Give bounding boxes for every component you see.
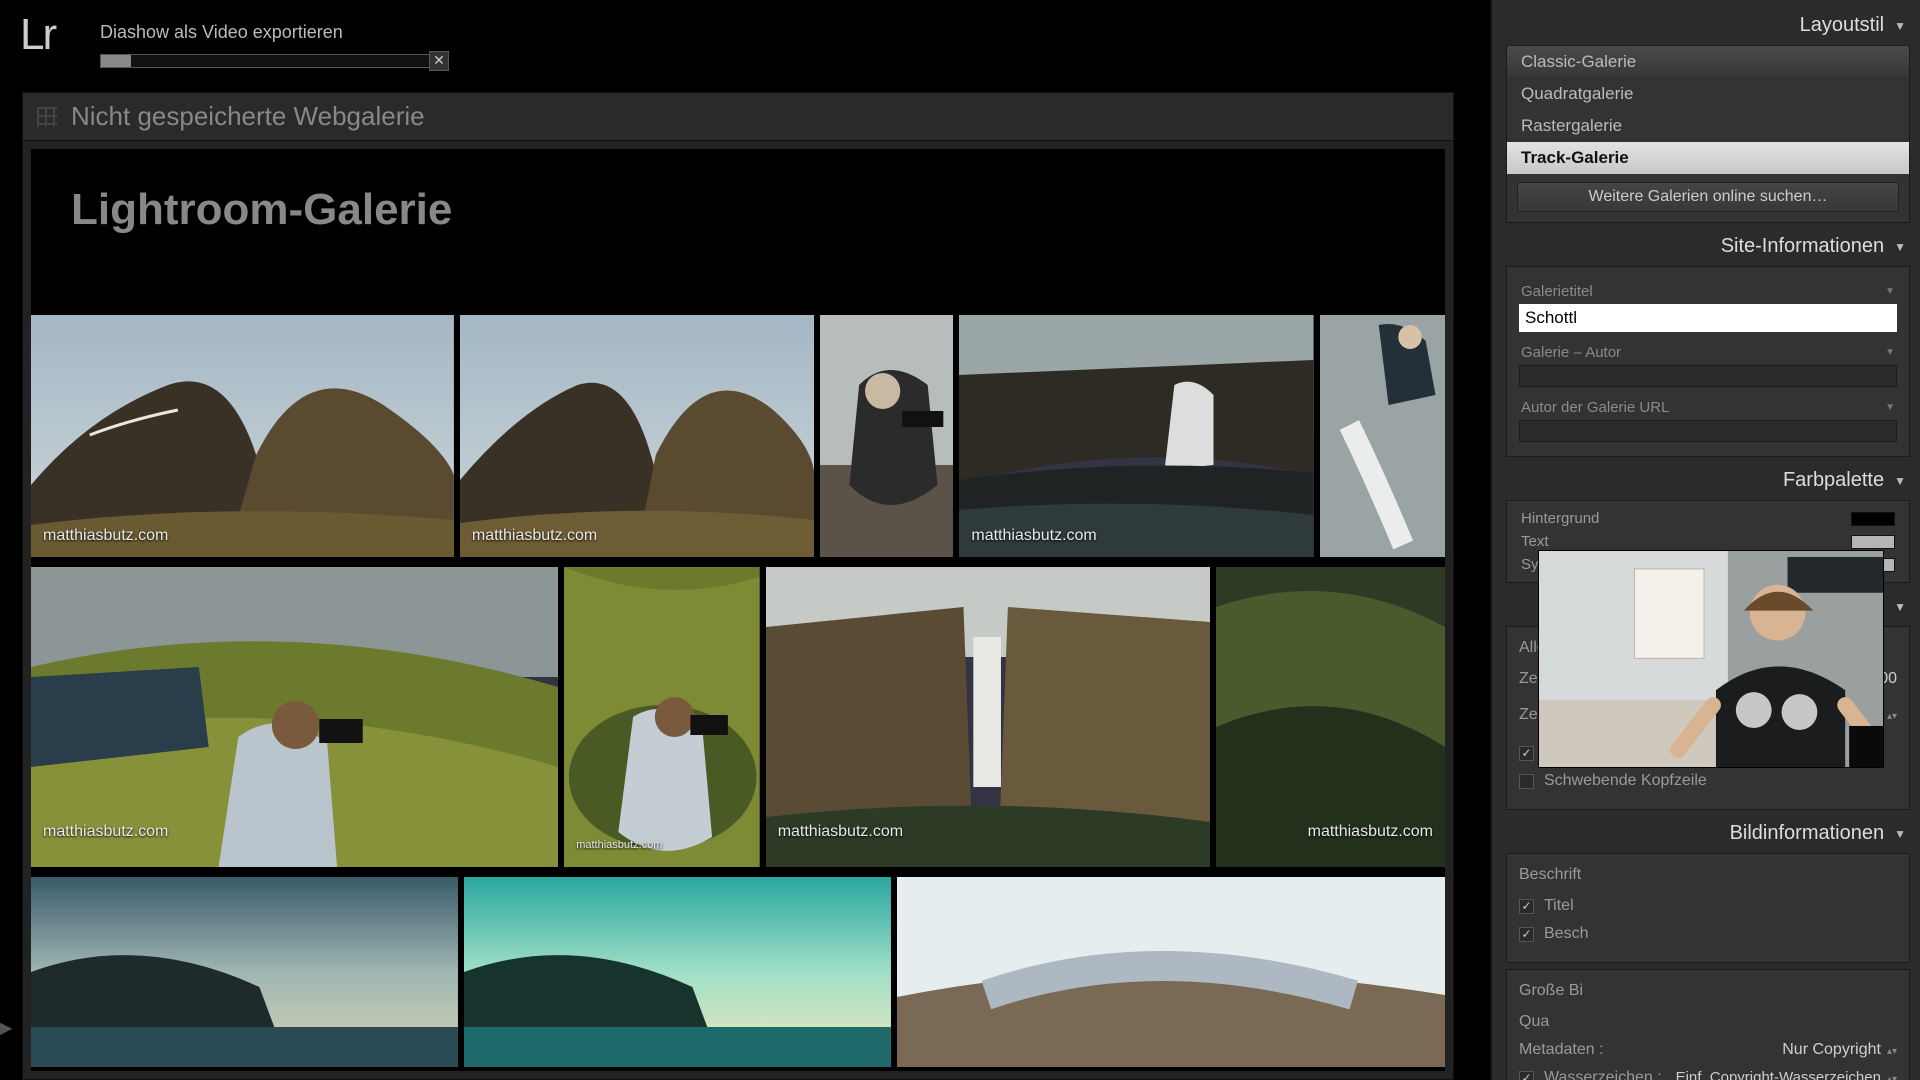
thumbnail[interactable] xyxy=(897,877,1445,1067)
metadata-value[interactable]: Nur Copyright xyxy=(1782,1041,1881,1058)
section-image-info[interactable]: Bildinformationen ▼ xyxy=(1506,814,1910,853)
watermark: matthiasbutz.com xyxy=(1308,823,1433,841)
layout-style-list: Classic-Galerie Quadratgalerie Rastergal… xyxy=(1506,45,1910,223)
section-title: Farbpalette xyxy=(1783,469,1884,492)
thumbnail[interactable] xyxy=(820,315,953,557)
thumbnail[interactable]: matthiasbutz.com xyxy=(460,315,814,557)
palette-label: Text xyxy=(1521,533,1549,550)
watermark: matthiasbutz.com xyxy=(472,527,597,545)
watermark: matthiasbutz.com xyxy=(43,823,168,841)
chevron-down-icon: ▼ xyxy=(1894,827,1906,841)
thumbnail[interactable]: matthiasbutz.com xyxy=(959,315,1313,557)
metadata-label: Metadaten : xyxy=(1519,1041,1604,1059)
thumbnail[interactable] xyxy=(31,877,458,1067)
show-header-checkbox[interactable] xyxy=(1519,746,1534,761)
floating-header-label: Schwebende Kopfzeile xyxy=(1544,772,1707,790)
webcam-overlay xyxy=(1538,550,1884,768)
watermark: matthiasbutz.com xyxy=(971,527,1096,545)
grid-icon xyxy=(37,107,57,127)
section-title: Site-Informationen xyxy=(1721,235,1884,258)
desc-label: Besch xyxy=(1544,925,1588,943)
gallery-author-url-label: Autor der Galerie URL▼ xyxy=(1521,399,1895,416)
gallery-author-label: Galerie – Autor▼ xyxy=(1521,344,1895,361)
color-swatch[interactable] xyxy=(1851,512,1895,526)
gallery-author-url-input[interactable] xyxy=(1519,420,1897,442)
thumbnail[interactable]: matthiasbutz.com xyxy=(564,567,759,867)
thumbnail[interactable]: matthiasbutz.com xyxy=(31,567,558,867)
stepper-icon[interactable]: ▴▾ xyxy=(1887,711,1897,722)
thumbnail[interactable]: matthiasbutz.com xyxy=(766,567,1210,867)
color-swatch[interactable] xyxy=(1851,535,1895,549)
export-progress-bar xyxy=(100,54,430,68)
caption-label: Beschrift xyxy=(1519,866,1897,884)
chevron-down-icon: ▼ xyxy=(1894,19,1906,33)
watermark-label: Wasserzeichen : xyxy=(1544,1069,1662,1080)
right-panel: Layoutstil ▼ Classic-Galerie Quadratgale… xyxy=(1490,0,1920,1080)
floating-header-checkbox[interactable] xyxy=(1519,774,1534,789)
web-gallery-preview: Nicht gespeicherte Webgalerie Lightroom-… xyxy=(22,92,1454,1080)
layout-option[interactable]: Quadratgalerie xyxy=(1507,78,1909,110)
resize-handle-icon[interactable]: ▶ xyxy=(0,1018,12,1038)
title-label: Titel xyxy=(1544,897,1574,915)
section-title: Layoutstil xyxy=(1800,14,1885,37)
thumbnail[interactable]: matthiasbutz.com xyxy=(31,315,454,557)
find-more-galleries-button[interactable]: Weitere Galerien online suchen… xyxy=(1517,182,1899,212)
preview-title: Nicht gespeicherte Webgalerie xyxy=(71,101,425,132)
section-color-palette[interactable]: Farbpalette ▼ xyxy=(1506,461,1910,500)
large-images-label: Große Bi xyxy=(1519,982,1897,1000)
gallery-title-input[interactable] xyxy=(1519,304,1897,332)
stepper-icon[interactable]: ▴▾ xyxy=(1887,1074,1897,1080)
section-site-info[interactable]: Site-Informationen ▼ xyxy=(1506,227,1910,266)
gallery-author-input[interactable] xyxy=(1519,365,1897,387)
gallery-title-label: Galerietitel▼ xyxy=(1521,283,1895,300)
export-task-label: Diashow als Video exportieren xyxy=(100,22,343,43)
title-checkbox[interactable] xyxy=(1519,899,1534,914)
palette-label: Hintergrund xyxy=(1521,510,1599,527)
chevron-down-icon: ▼ xyxy=(1894,474,1906,488)
chevron-down-icon[interactable]: ▼ xyxy=(1885,286,1895,297)
watermark: matthiasbutz.com xyxy=(43,527,168,545)
watermark: matthiasbutz.com xyxy=(576,839,662,851)
stepper-icon[interactable]: ▴▾ xyxy=(1887,1046,1897,1057)
section-layout-style[interactable]: Layoutstil ▼ xyxy=(1506,6,1910,45)
layout-option-selected[interactable]: Track-Galerie xyxy=(1507,142,1909,174)
watermark: matthiasbutz.com xyxy=(778,823,903,841)
layout-option[interactable]: Rastergalerie xyxy=(1507,110,1909,142)
quality-label: Qua xyxy=(1519,1013,1549,1031)
layout-option[interactable]: Classic-Galerie xyxy=(1507,46,1909,78)
thumbnail[interactable]: matthiasbutz.com xyxy=(1216,567,1445,867)
cancel-export-button[interactable]: ✕ xyxy=(429,51,449,71)
section-title: Bildinformationen xyxy=(1730,822,1885,845)
thumbnail[interactable] xyxy=(464,877,891,1067)
gallery-title: Lightroom-Galerie xyxy=(71,185,1445,235)
thumbnail[interactable] xyxy=(1320,315,1445,557)
app-logo: Lr xyxy=(20,10,55,60)
chevron-down-icon[interactable]: ▼ xyxy=(1885,402,1895,413)
chevron-down-icon: ▼ xyxy=(1894,600,1906,614)
desc-checkbox[interactable] xyxy=(1519,927,1534,942)
chevron-down-icon[interactable]: ▼ xyxy=(1885,347,1895,358)
watermark-checkbox[interactable] xyxy=(1519,1071,1534,1080)
watermark-value[interactable]: Einf. Copyright-Wasserzeichen xyxy=(1676,1069,1881,1080)
chevron-down-icon: ▼ xyxy=(1894,240,1906,254)
